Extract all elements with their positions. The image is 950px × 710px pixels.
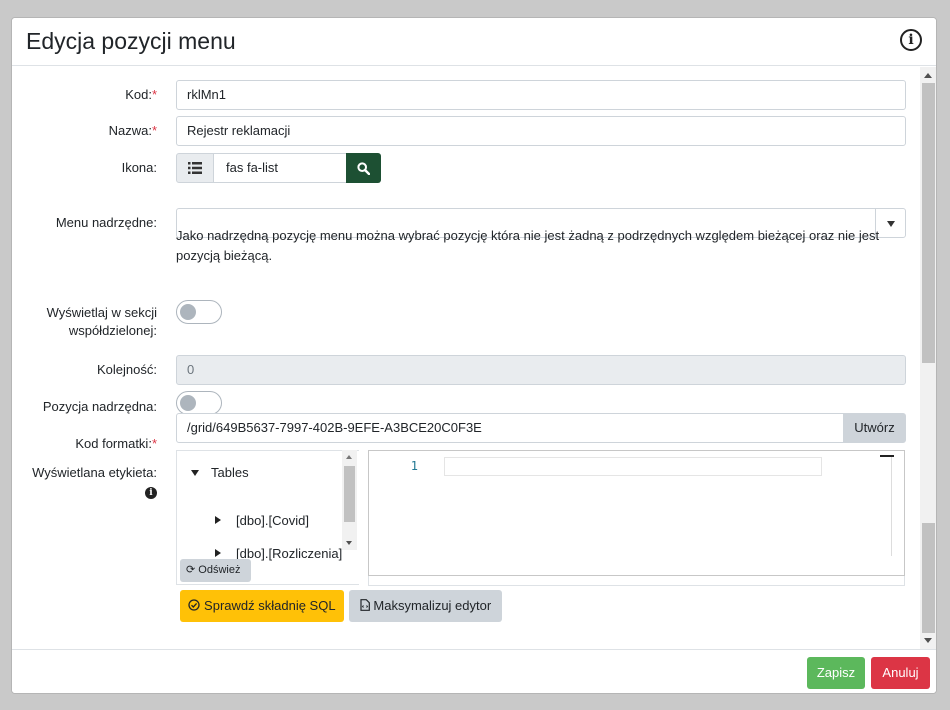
save-button[interactable]: Zapisz bbox=[807, 657, 865, 689]
info-circle-icon[interactable]: i bbox=[145, 487, 157, 499]
modal-scrollbar[interactable] bbox=[920, 67, 936, 649]
nazwa-label: Nazwa:* bbox=[108, 123, 157, 138]
check-sql-button[interactable]: Sprawdź składnię SQL bbox=[180, 590, 344, 622]
wyswietlaj-toggle[interactable] bbox=[176, 300, 222, 324]
line-number: 1 bbox=[410, 459, 418, 473]
etykieta-label: Wyświetlana etykieta: bbox=[32, 465, 157, 480]
refresh-button[interactable]: ⟳ Odśwież bbox=[180, 559, 251, 582]
menu-nadrzedne-hint: Jako nadrzędną pozycję menu można wybrać… bbox=[176, 228, 880, 263]
create-button[interactable]: Utwórz bbox=[843, 413, 906, 443]
kod-formatki-input[interactable]: /grid/649B5637-7997-402B-9EFE-A3BCE20C0F… bbox=[176, 413, 844, 443]
tree-expand-icon[interactable] bbox=[191, 470, 199, 476]
wyswietlaj-label: Wyświetlaj w sekcji współdzielonej: bbox=[46, 305, 157, 338]
ikona-label: Ikona: bbox=[121, 160, 157, 175]
refresh-icon: ⟳ bbox=[186, 564, 196, 576]
nazwa-input[interactable]: Rejestr reklamacji bbox=[176, 116, 906, 146]
modal-header: Edycja pozycji menu i bbox=[12, 18, 936, 66]
file-code-icon bbox=[360, 599, 370, 611]
check-circle-icon bbox=[188, 599, 201, 611]
kod-input[interactable]: rklMn1 bbox=[176, 80, 906, 110]
maximize-editor-button[interactable]: Maksymalizuj edytor bbox=[349, 590, 502, 622]
tree-root-tables[interactable]: Tables bbox=[211, 465, 249, 480]
tree-collapse-icon[interactable] bbox=[215, 516, 221, 524]
menu-nadrzedne-label: Menu nadrzędne: bbox=[55, 215, 157, 230]
tree-scrollbar[interactable] bbox=[342, 450, 357, 550]
tree-item-rozliczenia[interactable]: [dbo].[Rozliczenia] bbox=[236, 546, 342, 561]
kolejnosc-label: Kolejność: bbox=[97, 362, 157, 377]
kod-formatki-label: Kod formatki:* bbox=[75, 436, 157, 451]
tree-collapse-icon[interactable] bbox=[215, 549, 221, 557]
search-icon bbox=[357, 161, 370, 175]
pozycja-nadrzedna-toggle[interactable] bbox=[176, 391, 222, 415]
modal-dialog: Edycja pozycji menu i Kod:* rklMn1 Nazwa… bbox=[11, 17, 937, 694]
cancel-button[interactable]: Anuluj bbox=[871, 657, 930, 689]
modal-footer: Zapisz Anuluj bbox=[12, 649, 936, 693]
list-icon bbox=[176, 153, 214, 183]
kod-label: Kod:* bbox=[125, 87, 157, 102]
pozycja-nadrzedna-label: Pozycja nadrzędna: bbox=[42, 399, 157, 414]
icon-search-button[interactable] bbox=[346, 153, 381, 183]
info-icon[interactable]: i bbox=[900, 29, 922, 51]
current-line[interactable] bbox=[444, 457, 822, 476]
modal-title: Edycja pozycji menu bbox=[26, 28, 236, 54]
modal-body: Kod:* rklMn1 Nazwa:* Rejestr reklamacji … bbox=[12, 67, 920, 649]
kolejnosc-input: 0 bbox=[176, 355, 906, 385]
ikona-input[interactable]: fas fa-list bbox=[213, 153, 347, 183]
tree-item-covid[interactable]: [dbo].[Covid] bbox=[236, 513, 309, 528]
